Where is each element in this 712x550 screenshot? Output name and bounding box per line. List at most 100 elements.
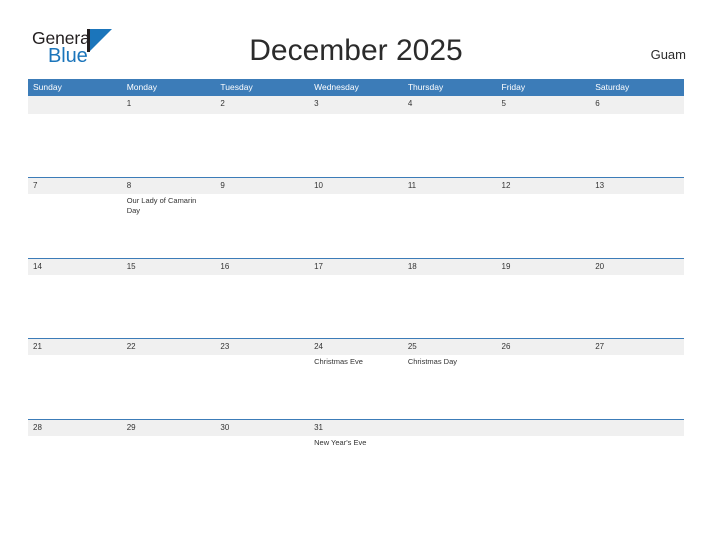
day-number[interactable]: 9 [215,178,309,194]
day-cell[interactable] [122,275,216,339]
event-label: New Year's Eve [314,437,367,447]
weekday-saturday: Saturday [595,82,630,92]
day-number[interactable]: 24 [309,339,403,355]
day-cell[interactable] [403,436,497,500]
day-cell[interactable] [497,114,591,178]
day-number[interactable] [28,96,122,112]
day-cell[interactable]: Christmas Day [403,355,497,419]
day-number[interactable]: 12 [497,178,591,194]
day-number[interactable] [590,420,684,436]
day-cell[interactable] [590,275,684,339]
day-number[interactable]: 23 [215,339,309,355]
event-label: Our Lady of Camarin Day [126,196,197,215]
week-event-band: New Year's Eve [28,435,684,500]
weekday-friday: Friday [501,82,526,92]
day-number[interactable]: 17 [309,259,403,275]
day-cell[interactable] [497,194,591,258]
day-cell[interactable] [28,275,122,339]
day-cell[interactable] [497,275,591,339]
day-number[interactable]: 22 [122,339,216,355]
day-number[interactable]: 3 [309,96,403,112]
weekday-header-row: Sunday Monday Tuesday Wednesday Thursday… [28,79,684,96]
weekday-wednesday: Wednesday [314,82,359,92]
day-number[interactable]: 20 [590,259,684,275]
day-cell[interactable] [215,436,309,500]
week-event-band: Our Lady of Camarin Day [28,194,684,258]
day-number[interactable]: 6 [590,96,684,112]
day-cell[interactable] [28,436,122,500]
day-cell[interactable] [497,436,591,500]
day-cell[interactable] [215,355,309,419]
day-number[interactable]: 2 [215,96,309,112]
weekday-monday: Monday [126,82,157,92]
week-date-band: 28 29 30 31 [28,418,684,436]
day-number[interactable]: 31 [309,420,403,436]
day-number[interactable]: 27 [590,339,684,355]
week-event-band [28,274,684,339]
day-number[interactable]: 14 [28,259,122,275]
week-date-band: 1 2 3 4 5 6 [28,96,684,114]
region-label: Guam [650,47,686,62]
event-label: Christmas Day [407,357,457,366]
day-number[interactable] [497,420,591,436]
weekday-thursday: Thursday [407,82,444,92]
weekday-tuesday: Tuesday [220,82,253,92]
page-header: General Blue December 2025 Guam [0,0,712,79]
day-number[interactable]: 10 [309,178,403,194]
day-number[interactable]: 15 [122,259,216,275]
day-cell[interactable] [309,275,403,339]
day-cell[interactable] [590,436,684,500]
day-number[interactable]: 5 [497,96,591,112]
day-cell[interactable] [309,114,403,178]
day-number[interactable]: 1 [122,96,216,112]
day-cell[interactable] [309,194,403,258]
calendar-week-row: 1 2 3 4 5 6 [28,96,684,177]
week-date-band: 7 8 9 10 11 12 13 [28,177,684,194]
day-cell[interactable] [403,114,497,178]
day-cell[interactable]: Our Lady of Camarin Day [122,194,216,258]
day-cell[interactable]: Christmas Eve [309,355,403,419]
day-cell[interactable] [122,436,216,500]
day-number[interactable]: 29 [122,420,216,436]
day-cell[interactable] [403,275,497,339]
calendar-week-row: 21 22 23 24 25 26 27 Christmas Eve Chris… [28,338,684,419]
calendar-grid: Sunday Monday Tuesday Wednesday Thursday… [28,79,684,499]
day-cell[interactable] [122,355,216,419]
day-number[interactable]: 25 [403,339,497,355]
day-cell[interactable] [28,355,122,419]
day-number[interactable]: 7 [28,178,122,194]
day-number[interactable]: 11 [403,178,497,194]
day-cell[interactable] [122,114,216,178]
page-title: December 2025 [249,34,463,67]
event-label: Christmas Eve [314,357,363,366]
day-number[interactable]: 13 [590,178,684,194]
day-cell[interactable] [590,355,684,419]
day-cell[interactable] [403,194,497,258]
week-event-band [28,113,684,178]
day-number[interactable]: 28 [28,420,122,436]
day-cell[interactable] [28,194,122,258]
week-date-band: 14 15 16 17 18 19 20 [28,257,684,275]
calendar-week-row: 28 29 30 31 New Year's Eve [28,418,684,500]
day-cell[interactable] [590,194,684,258]
day-number[interactable]: 21 [28,339,122,355]
day-cell[interactable] [215,275,309,339]
day-number[interactable]: 30 [215,420,309,436]
day-cell[interactable]: New Year's Eve [309,436,403,500]
day-cell[interactable] [215,114,309,178]
day-number[interactable]: 16 [215,259,309,275]
day-number[interactable]: 26 [497,339,591,355]
day-cell[interactable] [28,114,122,178]
week-event-band: Christmas Eve Christmas Day [28,355,684,419]
calendar-week-row: 7 8 9 10 11 12 13 Our Lady of Camarin Da… [28,177,684,258]
day-cell[interactable] [590,114,684,178]
calendar-page: General Blue December 2025 Guam Sunday M… [0,0,712,550]
day-number[interactable]: 8 [122,178,216,194]
day-number[interactable]: 18 [403,259,497,275]
day-cell[interactable] [497,355,591,419]
day-number[interactable] [403,420,497,436]
day-number[interactable]: 19 [497,259,591,275]
day-cell[interactable] [215,194,309,258]
week-date-band: 21 22 23 24 25 26 27 [28,338,684,355]
day-number[interactable]: 4 [403,96,497,112]
